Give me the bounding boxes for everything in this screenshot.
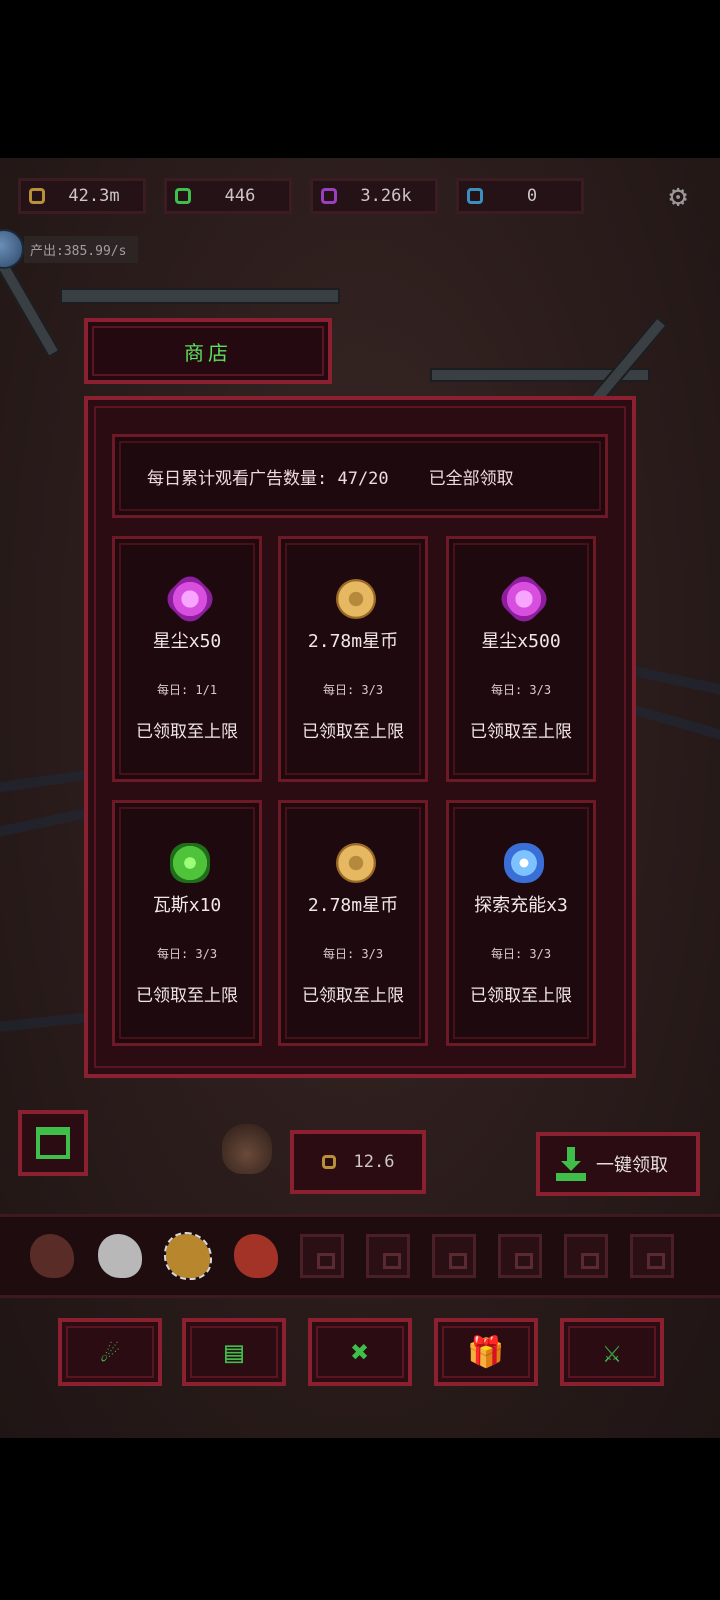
crossed-swords-icon: ⚔ (602, 1334, 622, 1370)
card-status: 已领取至上限 (302, 986, 404, 1006)
stardust-icon (321, 188, 337, 204)
locked-slot (366, 1234, 410, 1278)
ad-count-text: 每日累计观看广告数量: 47/20 (147, 468, 389, 489)
gold-icon (29, 188, 45, 204)
card-daily: 每日: 1/1 (156, 683, 218, 697)
shop-title-tab: 商店 (84, 318, 332, 384)
card-name: 2.78m星币 (307, 895, 399, 916)
card-daily: 每日: 3/3 (490, 683, 552, 697)
production-text: 产出:385.99/s (24, 235, 139, 263)
locked-slot (498, 1234, 542, 1278)
locked-slot (432, 1234, 476, 1278)
stardust-icon (161, 570, 219, 628)
gift-icon: 🎁 (467, 1334, 505, 1370)
bottom-black-bar (0, 1438, 720, 1600)
gas-resource: 446 (164, 178, 292, 214)
gold-icon (321, 1155, 336, 1169)
mineral-slot-gray[interactable] (98, 1234, 142, 1278)
shop-card[interactable]: 2.78m星币 每日: 3/3 已领取至上限 (278, 800, 428, 1046)
locked-slot (300, 1234, 344, 1278)
download-icon (556, 1147, 586, 1181)
card-daily: 每日: 3/3 (322, 683, 384, 697)
nav-battle[interactable]: ⚔ (560, 1318, 664, 1386)
nav-gift[interactable]: 🎁 (434, 1318, 538, 1386)
card-daily: 每日: 3/3 (322, 947, 384, 961)
gas-icon (175, 188, 191, 204)
gold-coin-icon (336, 579, 376, 619)
shop-card[interactable]: 星尘x50 每日: 1/1 已领取至上限 (112, 536, 262, 782)
gas-icon (170, 843, 210, 883)
store-button[interactable] (18, 1110, 88, 1176)
settings-gear-icon[interactable]: ⚙ (662, 181, 694, 213)
card-daily: 每日: 3/3 (490, 947, 552, 961)
energy-resource: 0 (456, 178, 584, 214)
top-black-bar (0, 0, 720, 158)
creature-avatar[interactable] (222, 1124, 272, 1174)
shop-card[interactable]: 瓦斯x10 每日: 3/3 已领取至上限 (112, 800, 262, 1046)
explore-charge-icon (504, 843, 544, 883)
shop-card[interactable]: 星尘x500 每日: 3/3 已领取至上限 (446, 536, 596, 782)
mineral-slot-brown[interactable] (30, 1234, 74, 1278)
orb-value: 12.6 (353, 1152, 395, 1172)
stardust-resource: 3.26k (310, 178, 438, 214)
energy-value: 0 (526, 186, 538, 206)
nav-book[interactable]: ▤ (182, 1318, 286, 1386)
claim-all-button[interactable]: 一键领取 (536, 1132, 700, 1196)
orb-counter: 12.6 (290, 1130, 426, 1194)
locked-slot (564, 1234, 608, 1278)
ad-watch-counter: 每日累计观看广告数量: 47/20 已全部领取 (112, 434, 608, 518)
tools-icon: ✖ (350, 1334, 370, 1370)
card-name: 探索充能x3 (474, 895, 568, 916)
gold-resource: 42.3m (18, 178, 146, 214)
card-name: 星尘x500 (481, 631, 561, 652)
card-status: 已领取至上限 (136, 722, 238, 742)
shop-card[interactable]: 探索充能x3 每日: 3/3 已领取至上限 (446, 800, 596, 1046)
card-status: 已领取至上限 (470, 986, 572, 1006)
card-name: 瓦斯x10 (152, 895, 222, 916)
book-icon: ▤ (224, 1334, 244, 1370)
ad-status-text: 已全部领取 (428, 468, 514, 489)
gold-value: 42.3m (68, 186, 120, 206)
gold-coin-icon (336, 843, 376, 883)
production-rate: 产出:385.99/s (0, 229, 139, 269)
mineral-slot-red[interactable] (234, 1234, 278, 1278)
card-status: 已领取至上限 (136, 986, 238, 1006)
stardust-value: 3.26k (360, 186, 412, 206)
locked-slot (630, 1234, 674, 1278)
claim-all-label: 一键领取 (596, 1155, 668, 1176)
card-name: 2.78m星币 (307, 631, 399, 652)
planet-icon: ☄ (100, 1334, 120, 1370)
card-name: 星尘x50 (152, 631, 222, 652)
planet-orb-icon[interactable] (0, 229, 24, 269)
gas-value: 446 (224, 186, 256, 206)
shop-title: 商店 (184, 340, 232, 365)
stardust-icon (495, 570, 553, 628)
card-daily: 每日: 3/3 (156, 947, 218, 961)
storefront-icon (36, 1127, 70, 1159)
mineral-slot-gold[interactable] (164, 1232, 212, 1280)
shop-card[interactable]: 2.78m星币 每日: 3/3 已领取至上限 (278, 536, 428, 782)
nav-planet[interactable]: ☄ (58, 1318, 162, 1386)
card-status: 已领取至上限 (470, 722, 572, 742)
card-status: 已领取至上限 (302, 722, 404, 742)
nav-tools[interactable]: ✖ (308, 1318, 412, 1386)
energy-icon (467, 188, 483, 204)
